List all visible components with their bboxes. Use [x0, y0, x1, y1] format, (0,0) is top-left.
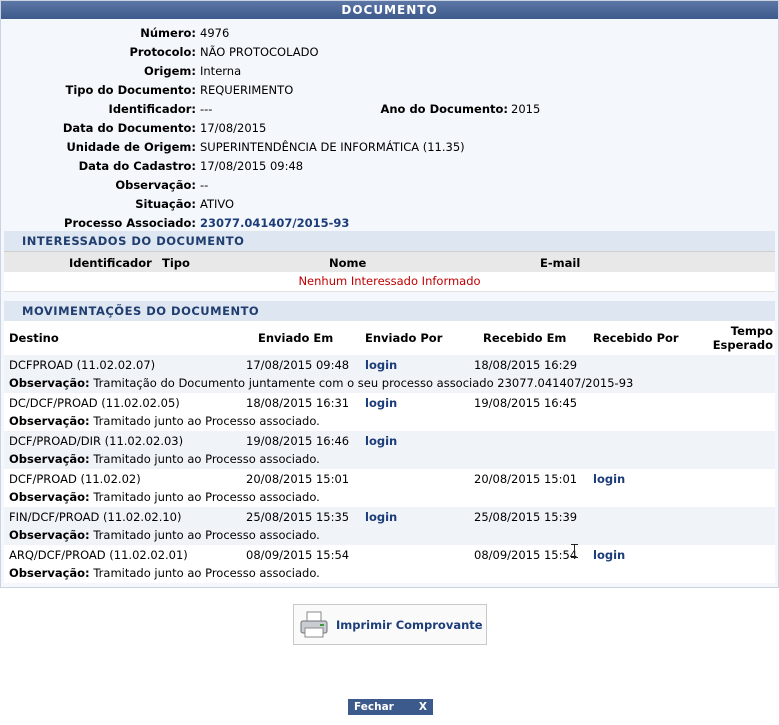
mov-recebido-em: 08/09/2015 15:54: [474, 548, 578, 562]
col-recebido-por: Recebido Por: [593, 331, 679, 345]
printer-icon: [298, 610, 330, 640]
observacao-label: Observação:: [115, 178, 196, 192]
tipo-value: REQUERIMENTO: [200, 83, 294, 97]
mov-observacao-text: Tramitado junto ao Processo associado.: [93, 490, 320, 504]
print-receipt-label: Imprimir Comprovante: [336, 617, 483, 632]
text-cursor-icon: [571, 544, 578, 561]
col-enviado-em: Enviado Em: [258, 331, 334, 345]
situacao-label: Situação:: [135, 197, 196, 211]
mov-observacao: Observação: Tramitado junto ao Processo …: [9, 566, 320, 580]
panel-title: DOCUMENTO: [1, 1, 778, 19]
movimentacao-row: FIN/DCF/PROAD (11.02.02.10) 25/08/2015 1…: [4, 507, 775, 545]
mov-enviado-em: 17/08/2015 09:48: [246, 358, 350, 372]
protocolo-label: Protocolo:: [129, 45, 196, 59]
movimentacoes-header: Destino Enviado Em Enviado Por Recebido …: [4, 321, 775, 355]
mov-destino: ARQ/DCF/PROAD (11.02.02.01): [9, 548, 188, 562]
data-doc-value: 17/08/2015: [200, 121, 267, 135]
mov-destino: DC/DCF/PROAD (11.02.02.05): [9, 396, 180, 410]
mov-observacao-text: Tramitado junto ao Processo associado.: [93, 528, 320, 542]
mov-observacao: Observação: Tramitação do Documento junt…: [9, 376, 633, 390]
movimentacao-row: ARQ/DCF/PROAD (11.02.02.01) 08/09/2015 1…: [4, 545, 775, 583]
print-receipt-button[interactable]: Imprimir Comprovante: [293, 604, 487, 645]
mov-enviado-em: 19/08/2015 16:46: [246, 434, 350, 448]
numero-value: 4976: [200, 26, 230, 40]
mov-observacao-text: Tramitado junto ao Processo associado.: [93, 414, 320, 428]
mov-recebido-em: 18/08/2015 16:29: [474, 358, 578, 372]
mov-destino: DCFPROAD (11.02.02.07): [9, 358, 156, 372]
identificador-value: ---: [200, 102, 213, 116]
movimentacao-row: DCF/PROAD/DIR (11.02.02.03) 19/08/2015 1…: [4, 431, 775, 469]
mov-destino: FIN/DCF/PROAD (11.02.02.10): [9, 510, 182, 524]
movimentacoes-caption: MOVIMENTAÇÕES DO DOCUMENTO: [4, 301, 775, 321]
mov-observacao-label: Observação:: [9, 528, 90, 542]
ano-value: 2015: [511, 102, 541, 116]
movimentacao-row: DCFPROAD (11.02.02.07) 17/08/2015 09:48 …: [4, 355, 775, 393]
col-tempo: Tempo: [730, 324, 773, 338]
col-email: E-mail: [540, 256, 581, 270]
origem-value: Interna: [200, 64, 242, 78]
mov-enviado-em: 25/08/2015 15:35: [246, 510, 350, 524]
mov-destino: DCF/PROAD/DIR (11.02.02.03): [9, 434, 184, 448]
mov-enviado-por-link[interactable]: login: [365, 358, 397, 372]
mov-observacao-text: Tramitação do Documento juntamente com o…: [93, 376, 634, 390]
col-enviado-por: Enviado Por: [365, 331, 443, 345]
mov-recebido-em: 25/08/2015 15:39: [474, 510, 578, 524]
mov-observacao: Observação: Tramitado junto ao Processo …: [9, 414, 320, 428]
mov-recebido-por-link[interactable]: login: [593, 472, 625, 486]
mov-recebido-em: 19/08/2015 16:45: [474, 396, 578, 410]
numero-label: Número:: [140, 26, 196, 40]
close-x-icon: X: [418, 701, 427, 713]
situacao-value: ATIVO: [200, 197, 235, 211]
identificador-label: Identificador:: [108, 102, 196, 116]
col-esperado: Esperado: [712, 338, 773, 352]
col-nome: Nome: [329, 256, 367, 270]
col-destino: Destino: [9, 331, 59, 345]
close-button[interactable]: Fechar X: [348, 699, 433, 715]
interessados-caption: INTERESSADOS DO DOCUMENTO: [4, 231, 775, 251]
ano-label: Ano do Documento:: [380, 102, 508, 116]
tipo-label: Tipo do Documento:: [65, 83, 196, 97]
mov-enviado-por-link[interactable]: login: [365, 396, 397, 410]
mov-enviado-em: 18/08/2015 16:31: [246, 396, 350, 410]
mov-observacao-label: Observação:: [9, 490, 90, 504]
document-panel: DOCUMENTO Número: 4976 Protocolo: NÃO PR…: [0, 0, 779, 588]
data-doc-label: Data do Documento:: [62, 121, 196, 135]
close-label: Fechar: [354, 701, 394, 713]
unidade-value: SUPERINTENDÊNCIA DE INFORMÁTICA (11.35): [200, 140, 465, 154]
mov-observacao: Observação: Tramitado junto ao Processo …: [9, 528, 320, 542]
mov-observacao-label: Observação:: [9, 414, 90, 428]
col-identificador: Identificador: [69, 256, 152, 270]
unidade-label: Unidade de Origem:: [66, 140, 196, 154]
origem-label: Origem:: [143, 64, 196, 78]
mov-observacao: Observação: Tramitado junto ao Processo …: [9, 452, 320, 466]
mov-observacao-label: Observação:: [9, 452, 90, 466]
mov-enviado-por-link[interactable]: login: [365, 510, 397, 524]
processo-link[interactable]: 23077.041407/2015-93: [200, 214, 349, 233]
mov-recebido-por-link[interactable]: login: [593, 548, 625, 562]
mov-enviado-em: 20/08/2015 15:01: [246, 472, 350, 486]
protocolo-value: NÃO PROTOCOLADO: [200, 45, 319, 59]
mov-destino: DCF/PROAD (11.02.02): [9, 472, 141, 486]
interessados-header: Identificador Tipo Nome E-mail: [4, 251, 775, 272]
mov-enviado-por-link[interactable]: login: [365, 434, 397, 448]
interessados-empty: Nenhum Interessado Informado: [4, 272, 775, 292]
mov-observacao: Observação: Tramitado junto ao Processo …: [9, 490, 320, 504]
document-fields: Número: 4976 Protocolo: NÃO PROTOCOLADO …: [1, 19, 778, 231]
observacao-value: --: [200, 178, 209, 192]
data-cadastro-label: Data do Cadastro:: [78, 159, 196, 173]
mov-observacao-label: Observação:: [9, 376, 90, 390]
mov-observacao-label: Observação:: [9, 566, 90, 580]
mov-observacao-text: Tramitado junto ao Processo associado.: [93, 452, 320, 466]
col-tipo: Tipo: [162, 256, 190, 270]
data-cadastro-value: 17/08/2015 09:48: [200, 159, 304, 173]
mov-enviado-em: 08/09/2015 15:54: [246, 548, 350, 562]
mov-recebido-em: 20/08/2015 15:01: [474, 472, 578, 486]
movimentacao-row: DCF/PROAD (11.02.02) 20/08/2015 15:01 20…: [4, 469, 775, 507]
movimentacao-row: DC/DCF/PROAD (11.02.02.05) 18/08/2015 16…: [4, 393, 775, 431]
col-recebido-em: Recebido Em: [483, 331, 567, 345]
processo-label: Processo Associado:: [64, 216, 196, 230]
mov-observacao-text: Tramitado junto ao Processo associado.: [93, 566, 320, 580]
